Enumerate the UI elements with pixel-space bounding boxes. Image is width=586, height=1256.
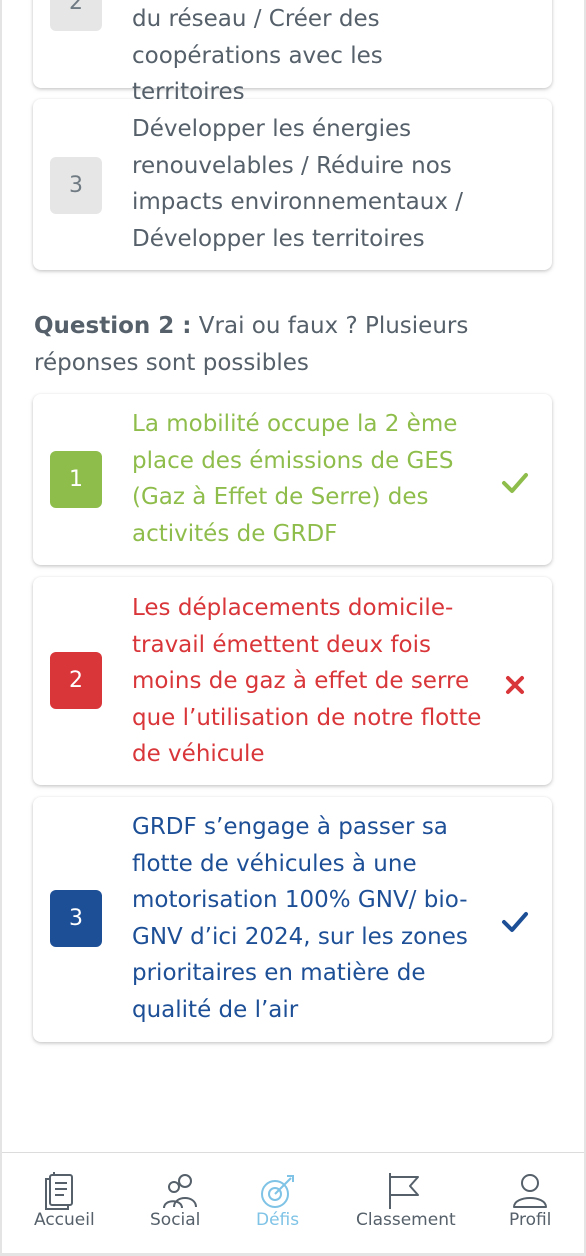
- answer-text: du réseau / Créer des coopérations avec …: [132, 6, 383, 106]
- answer-text: Développer les énergies renouvelables / …: [132, 116, 463, 252]
- tab-label: Social: [150, 1210, 201, 1230]
- tab-classement[interactable]: Classement: [354, 1153, 456, 1254]
- tab-label: Profil: [509, 1210, 552, 1230]
- answer-card-q1-3[interactable]: 3 Développer les énergies renouvelables …: [33, 99, 552, 270]
- document-icon: [45, 1172, 73, 1210]
- question-label: Question 2 :: [34, 313, 192, 339]
- tab-label: Défis: [256, 1210, 300, 1230]
- tab-accueil[interactable]: Accueil: [22, 1153, 102, 1254]
- user-icon: [513, 1174, 547, 1208]
- answer-card-q2-1[interactable]: 1 La mobilité occupe la 2 ème place des …: [33, 394, 552, 565]
- answer-number-badge: 3: [50, 890, 102, 947]
- answer-text: Les déplacements domicile-travail émette…: [132, 595, 482, 768]
- answer-number-badge: 2: [50, 652, 102, 709]
- tab-label: Classement: [356, 1210, 456, 1230]
- check-icon: [502, 473, 528, 493]
- tab-profil[interactable]: Profil: [502, 1153, 562, 1254]
- frame-border-left: [0, 0, 2, 1256]
- tab-social[interactable]: Social: [142, 1153, 222, 1254]
- target-icon: [261, 1175, 294, 1208]
- cross-icon: [506, 676, 524, 694]
- answer-text: GRDF s’engage à passer sa flotte de véhi…: [132, 814, 468, 1023]
- answer-number-badge: 2: [50, 0, 102, 31]
- answer-card-q2-2[interactable]: 2 Les déplacements domicile-travail émet…: [33, 577, 552, 785]
- check-icon: [502, 912, 528, 932]
- answer-number-badge: 1: [50, 451, 102, 508]
- tab-defis[interactable]: Défis: [246, 1153, 316, 1254]
- flag-icon: [389, 1173, 419, 1209]
- answer-text: La mobilité occupe la 2 ème place des ém…: [132, 411, 458, 547]
- quiz-screen: 2 du réseau / Créer des coopérations ave…: [0, 0, 586, 1256]
- answer-card-q2-3[interactable]: 3 GRDF s’engage à passer sa flotte de vé…: [33, 797, 552, 1042]
- people-icon: [163, 1174, 197, 1209]
- question-2-heading: Question 2 : Vrai ou faux ? Plusieurs ré…: [34, 308, 544, 381]
- tab-label: Accueil: [34, 1210, 95, 1230]
- answer-card-q1-2[interactable]: 2 du réseau / Créer des coopérations ave…: [33, 0, 552, 105]
- answer-number-badge: 3: [50, 157, 102, 214]
- bottom-tab-bar: Accueil Social Défis Classement Profil: [2, 1152, 584, 1254]
